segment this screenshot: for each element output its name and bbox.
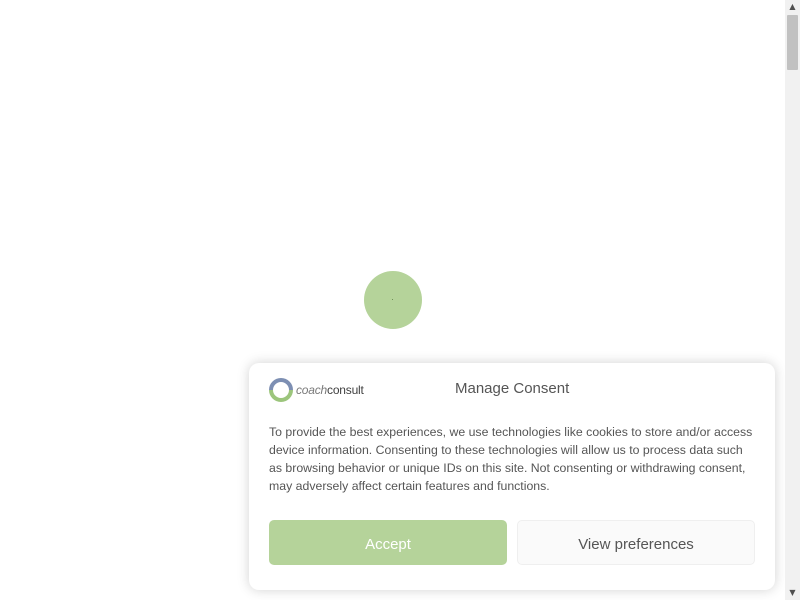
logo-wordmark: coachconsult bbox=[296, 383, 364, 397]
view-preferences-button[interactable]: View preferences bbox=[517, 520, 755, 565]
consent-message: To provide the best experiences, we use … bbox=[269, 425, 753, 493]
cookie-consent-banner: coachconsult Manage Consent To provide t… bbox=[249, 363, 775, 590]
accept-button[interactable]: Accept bbox=[269, 520, 507, 565]
consent-title: Manage Consent bbox=[455, 380, 570, 397]
logo-word-coach: coach bbox=[296, 383, 328, 397]
scrollbar-thumb[interactable] bbox=[787, 15, 798, 70]
page: coachconsult Manage Consent To provide t… bbox=[0, 0, 800, 600]
scroll-up-arrow-icon[interactable]: ▲ bbox=[785, 0, 800, 14]
logo-word-consult: consult bbox=[327, 383, 364, 397]
coachconsult-logo: coachconsult bbox=[269, 377, 379, 403]
loader-center-dot bbox=[392, 299, 393, 300]
loading-spinner-icon bbox=[364, 271, 422, 329]
coachconsult-logo-icon bbox=[269, 378, 293, 402]
vertical-scrollbar[interactable]: ▲ ▼ bbox=[785, 0, 800, 600]
scroll-down-arrow-icon[interactable]: ▼ bbox=[785, 586, 800, 600]
